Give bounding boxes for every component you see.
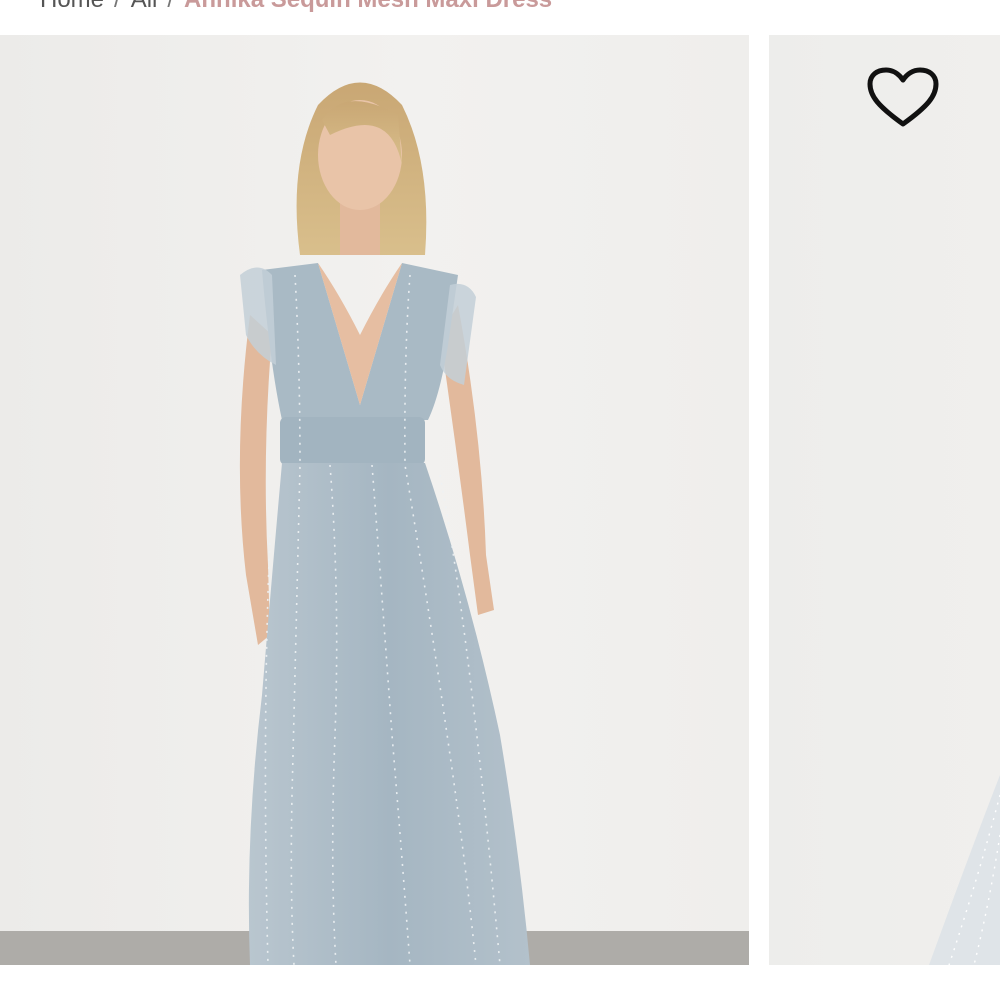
product-photo-model-dress [0,82,749,965]
wishlist-heart-button[interactable] [864,64,942,132]
breadcrumb-separator: / [114,0,121,14]
breadcrumb-current-page: Annika Sequin Mesh Maxi Dress [184,0,552,14]
page-background-strip [0,965,1000,1000]
product-image-next-peek[interactable] [769,35,1000,965]
heart-icon [867,67,939,127]
product-image-main[interactable] [0,35,749,965]
breadcrumb-home-link[interactable]: Home [40,0,104,14]
breadcrumb-all-link[interactable]: All [131,0,158,14]
breadcrumb: Home / All / Annika Sequin Mesh Maxi Dre… [40,0,552,14]
product-photo-partial [929,775,1000,965]
product-image-gallery[interactable] [0,35,1000,965]
breadcrumb-separator: / [167,0,174,14]
